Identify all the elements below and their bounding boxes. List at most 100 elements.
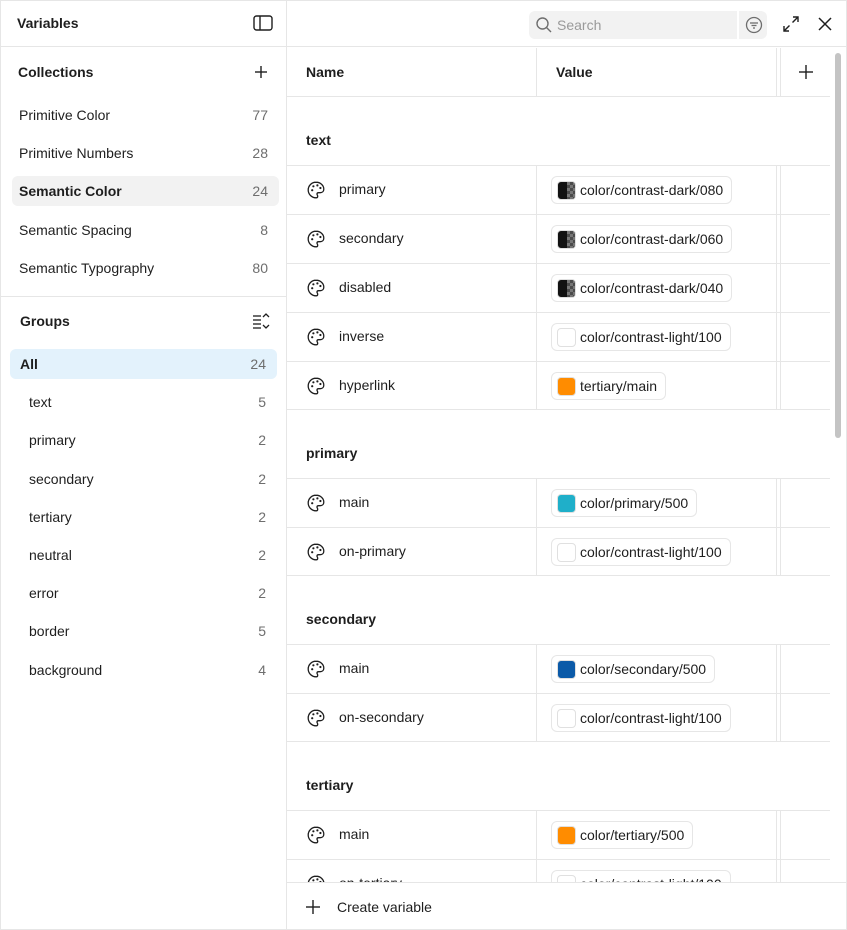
- table-row[interactable]: on-tertiary color/contrast-light/100: [287, 859, 830, 882]
- group-item[interactable]: background 4: [10, 655, 277, 685]
- group-item[interactable]: All 24: [10, 349, 277, 379]
- group-name: tertiary: [29, 509, 72, 525]
- palette-icon: [306, 708, 326, 728]
- collections-heading: Collections: [18, 64, 94, 80]
- collection-item[interactable]: Primitive Numbers 28: [12, 138, 279, 168]
- search-box: [529, 11, 767, 39]
- variable-name[interactable]: disabled: [339, 279, 391, 295]
- group-item[interactable]: secondary 2: [10, 464, 277, 494]
- color-swatch: [557, 709, 576, 728]
- value-chip[interactable]: color/contrast-light/100: [551, 870, 731, 882]
- collection-item[interactable]: Semantic Typography 80: [12, 253, 279, 283]
- left-header: Variables: [1, 1, 287, 47]
- scrollbar-thumb[interactable]: [835, 53, 841, 438]
- table-row[interactable]: inverse color/contrast-light/100: [287, 312, 830, 361]
- variable-name[interactable]: secondary: [339, 230, 404, 246]
- color-swatch: [557, 230, 576, 249]
- palette-icon: [306, 874, 326, 882]
- group-count: 2: [258, 547, 266, 563]
- group-count: 5: [258, 623, 266, 639]
- value-chip[interactable]: color/primary/500: [551, 489, 698, 517]
- group-count: 4: [258, 662, 266, 678]
- filter-icon[interactable]: [737, 11, 767, 39]
- collection-count: 77: [252, 107, 268, 123]
- expand-icon[interactable]: [782, 15, 800, 33]
- value-text: color/contrast-dark/080: [580, 182, 724, 198]
- table-row[interactable]: on-primary color/contrast-light/100: [287, 527, 830, 576]
- plus-icon: [303, 897, 323, 917]
- variable-name[interactable]: on-secondary: [339, 709, 424, 725]
- color-swatch: [557, 181, 576, 200]
- group-name: border: [29, 623, 70, 639]
- value-chip[interactable]: color/contrast-dark/060: [551, 225, 733, 253]
- table-row[interactable]: hyperlink tertiary/main: [287, 361, 830, 410]
- table-row[interactable]: primary color/contrast-dark/080: [287, 165, 830, 214]
- group-item[interactable]: text 5: [10, 387, 277, 417]
- group-name: error: [29, 585, 59, 601]
- close-icon[interactable]: [816, 15, 834, 33]
- group-name: background: [29, 662, 103, 678]
- left-panel: Variables Collections Primitive Color 77 P…: [1, 1, 287, 929]
- window-title: Variables: [17, 15, 79, 31]
- scrollbar[interactable]: [832, 48, 844, 882]
- variable-name[interactable]: on-tertiary: [339, 875, 402, 882]
- variables-table: Name Value text primary color/contrast-dar…: [287, 48, 830, 882]
- name-column-header[interactable]: Name: [306, 64, 344, 80]
- table-row[interactable]: on-secondary color/contrast-light/100: [287, 693, 830, 742]
- color-swatch: [557, 543, 576, 562]
- variable-name[interactable]: inverse: [339, 328, 384, 344]
- group-item[interactable]: primary 2: [10, 425, 277, 455]
- color-swatch: [557, 279, 576, 298]
- variable-name[interactable]: main: [339, 660, 369, 676]
- value-column-header[interactable]: Value: [556, 64, 593, 80]
- group-item[interactable]: error 2: [10, 578, 277, 608]
- palette-icon: [306, 278, 326, 298]
- group-name: neutral: [29, 547, 72, 563]
- collection-name: Primitive Color: [19, 107, 111, 123]
- collection-name: Semantic Color: [19, 183, 122, 199]
- value-chip[interactable]: color/contrast-dark/080: [551, 176, 733, 204]
- table-header: Name Value: [287, 48, 830, 97]
- variables-window: Variables Collections Primitive Color 77 P…: [0, 0, 847, 930]
- table-row[interactable]: main color/secondary/500: [287, 644, 830, 693]
- table-row[interactable]: main color/tertiary/500: [287, 810, 830, 859]
- variable-name[interactable]: on-primary: [339, 543, 406, 559]
- group-name: All: [20, 356, 38, 372]
- section-label: secondary: [306, 611, 377, 627]
- palette-icon: [306, 376, 326, 396]
- color-swatch: [557, 494, 576, 513]
- value-chip[interactable]: color/contrast-light/100: [551, 704, 731, 732]
- table-row[interactable]: disabled color/contrast-dark/040: [287, 263, 830, 312]
- value-chip[interactable]: color/contrast-light/100: [551, 538, 731, 566]
- sort-groups-icon[interactable]: [251, 311, 271, 331]
- variable-name[interactable]: primary: [339, 181, 386, 197]
- variable-name[interactable]: main: [339, 494, 369, 510]
- add-collection-icon[interactable]: [251, 62, 271, 82]
- add-mode-icon[interactable]: [796, 62, 816, 82]
- value-chip[interactable]: color/secondary/500: [551, 655, 716, 683]
- section-label: text: [306, 132, 331, 148]
- value-chip[interactable]: color/tertiary/500: [551, 821, 694, 849]
- collection-item[interactable]: Semantic Color 24: [12, 176, 279, 206]
- group-item[interactable]: border 5: [10, 616, 277, 646]
- collection-item[interactable]: Primitive Color 77: [12, 100, 279, 130]
- groups-heading: Groups: [20, 313, 70, 329]
- search-input[interactable]: [557, 15, 727, 35]
- group-name: text: [29, 394, 52, 410]
- table-row[interactable]: main color/primary/500: [287, 478, 830, 527]
- group-item[interactable]: neutral 2: [10, 540, 277, 570]
- sidebar-toggle-icon[interactable]: [253, 14, 273, 32]
- variable-name[interactable]: main: [339, 826, 369, 842]
- value-chip[interactable]: color/contrast-dark/040: [551, 274, 733, 302]
- palette-icon: [306, 229, 326, 249]
- right-panel: Name Value text primary color/contrast-dar…: [287, 1, 846, 929]
- palette-icon: [306, 493, 326, 513]
- value-chip[interactable]: tertiary/main: [551, 372, 667, 400]
- value-text: tertiary/main: [580, 378, 658, 394]
- value-chip[interactable]: color/contrast-light/100: [551, 323, 731, 351]
- variable-name[interactable]: hyperlink: [339, 377, 395, 393]
- collection-name: Semantic Spacing: [19, 222, 132, 238]
- collection-item[interactable]: Semantic Spacing 8: [12, 215, 279, 245]
- group-item[interactable]: tertiary 2: [10, 502, 277, 532]
- table-row[interactable]: secondary color/contrast-dark/060: [287, 214, 830, 263]
